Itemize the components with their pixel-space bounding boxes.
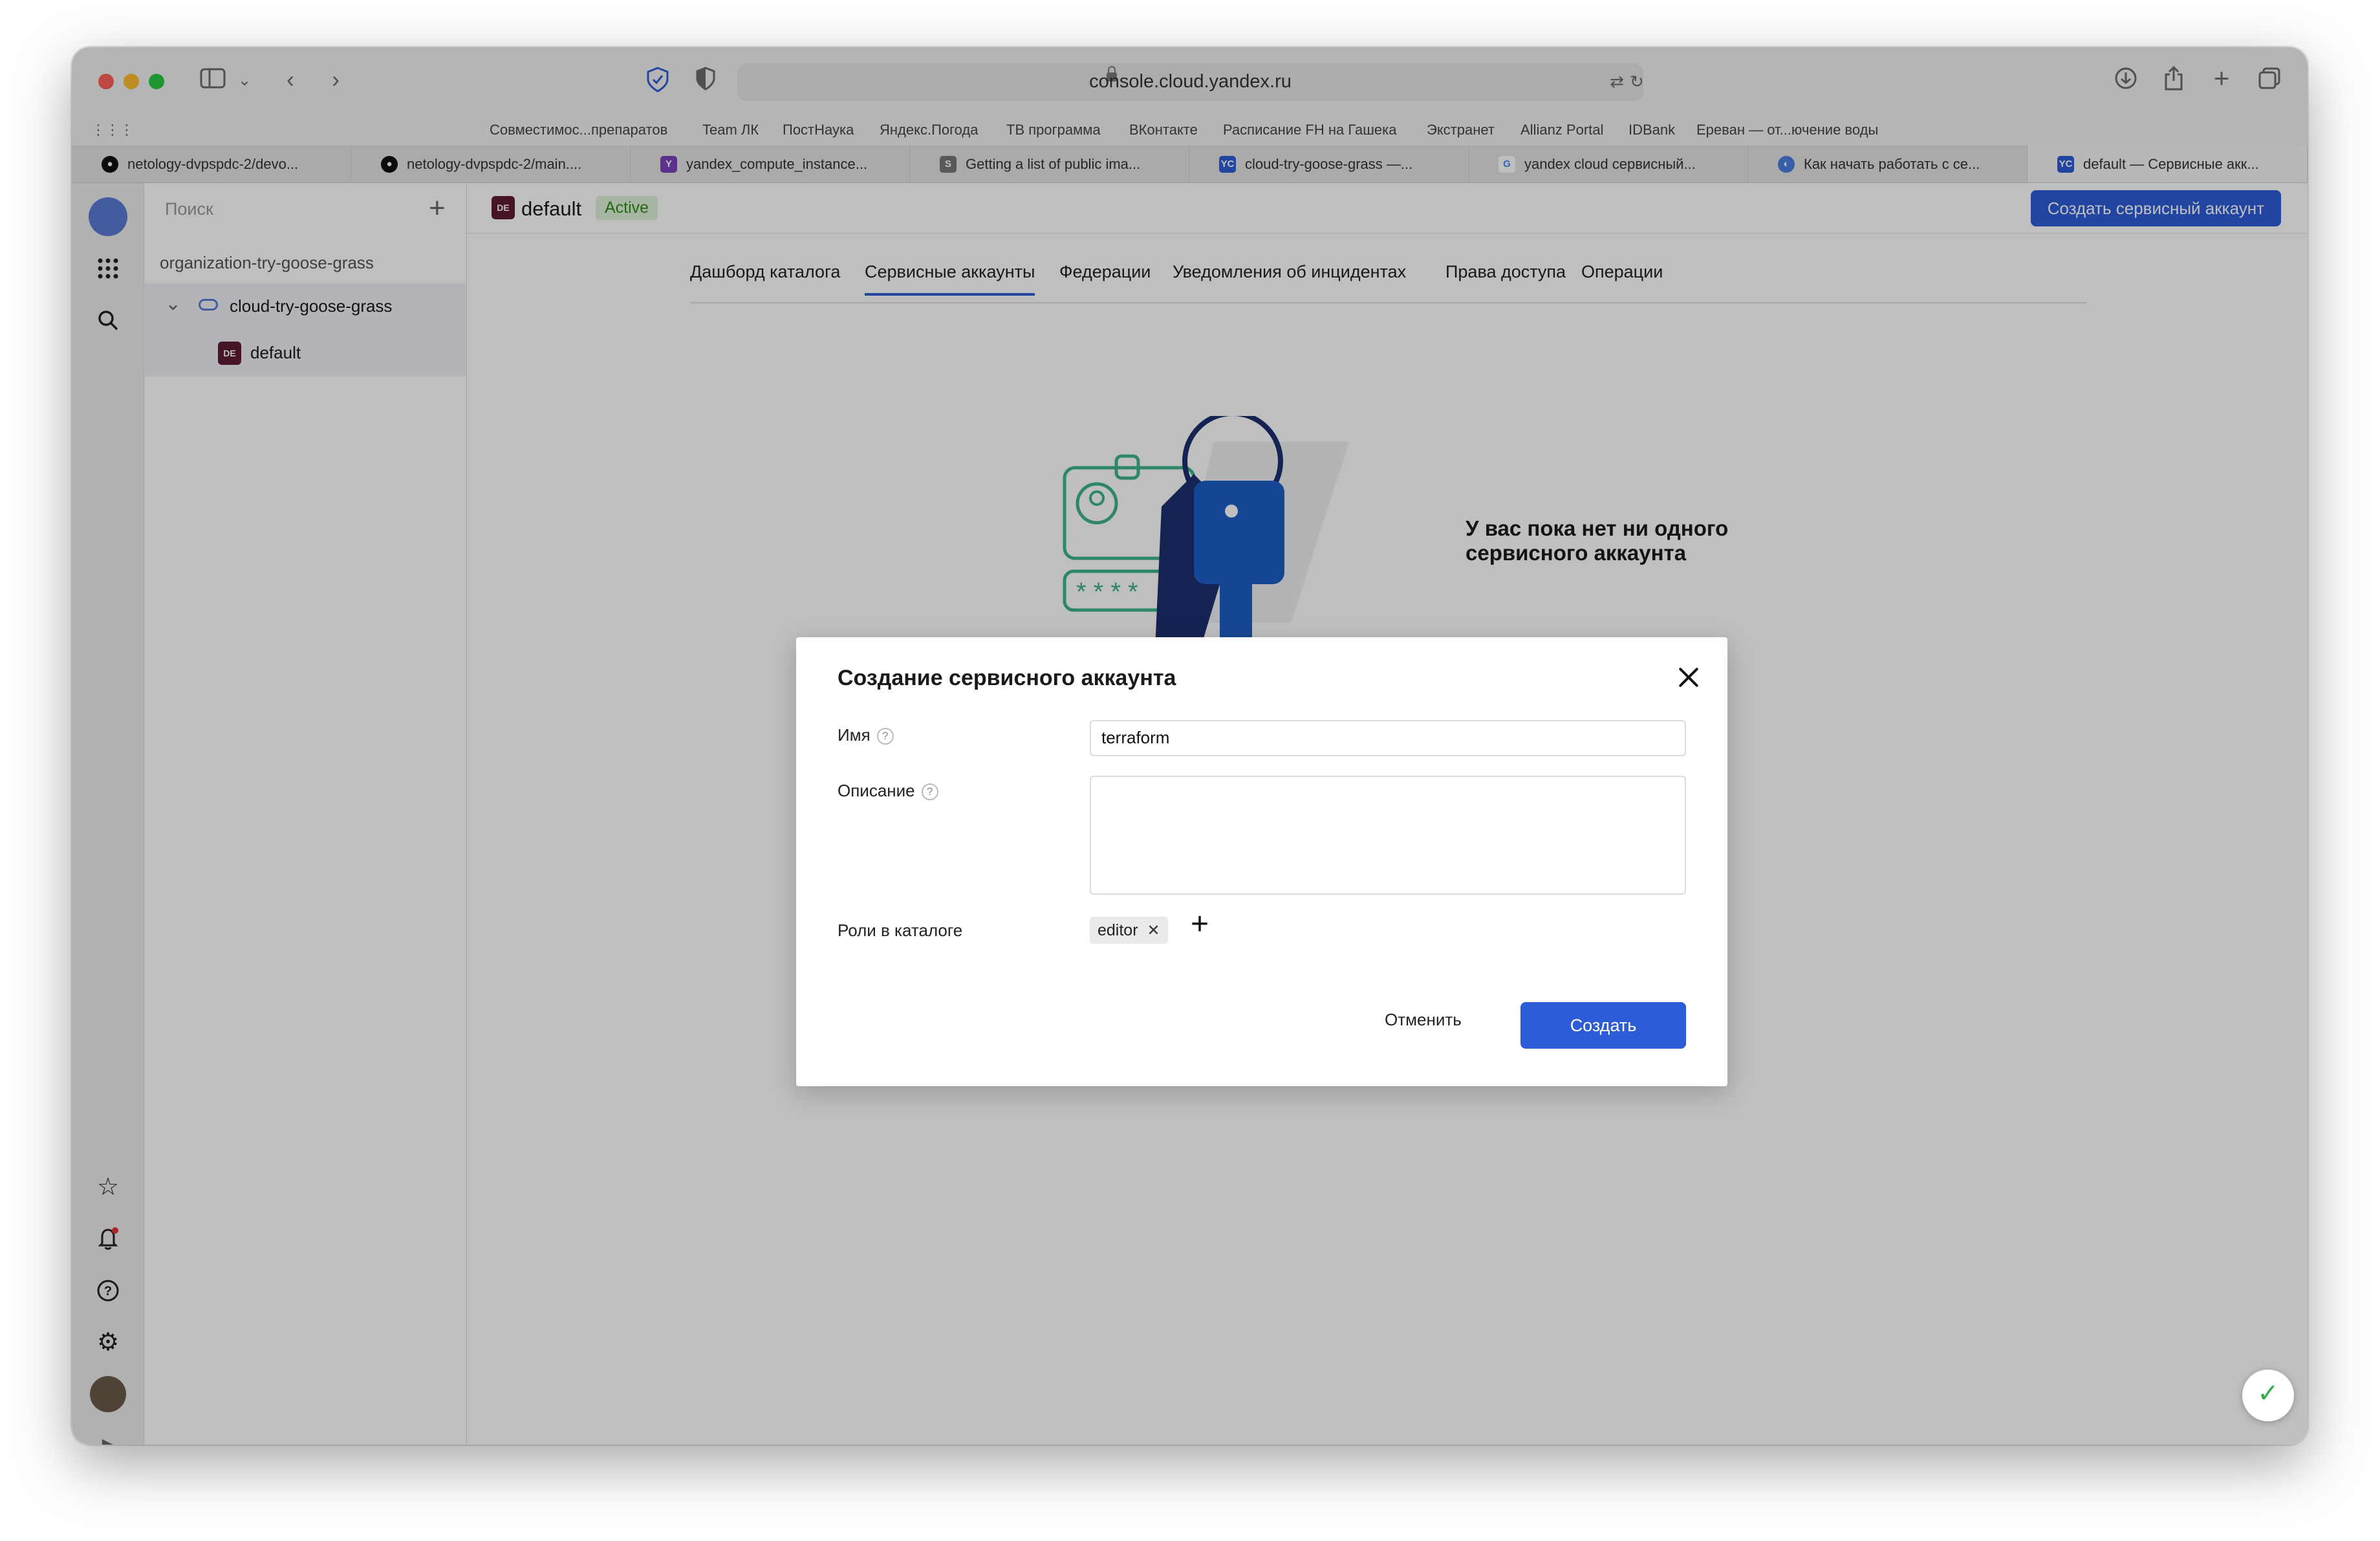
name-input-value: terraform	[1101, 728, 1170, 747]
security-shield-icon[interactable]	[2242, 1370, 2294, 1421]
browser-window: ⌄ ‹ › console.cloud.yandex.ru ⇄ ↻ + ⋮⋮⋮ …	[72, 47, 2308, 1445]
create-service-account-dialog: Создание сервисного аккаунта Имя? terraf…	[796, 637, 1727, 1086]
help-icon[interactable]: ?	[876, 728, 894, 745]
description-textarea[interactable]	[1090, 776, 1686, 895]
add-role-icon[interactable]: +	[1191, 909, 1209, 940]
role-chip-label: editor	[1098, 921, 1138, 939]
name-input[interactable]: terraform	[1090, 720, 1686, 756]
description-field-label: Описание?	[838, 781, 938, 801]
roles-label: Роли в каталоге	[838, 921, 963, 940]
role-chip: editor ✕	[1090, 917, 1168, 944]
remove-role-icon[interactable]: ✕	[1147, 922, 1160, 939]
name-field-label: Имя?	[838, 725, 894, 745]
cancel-button[interactable]: Отменить	[1385, 1010, 1462, 1030]
description-label-text: Описание	[838, 781, 915, 800]
create-button[interactable]: Создать	[1520, 1002, 1686, 1049]
close-icon[interactable]	[1676, 664, 1702, 690]
name-label-text: Имя	[838, 725, 871, 745]
help-icon[interactable]: ?	[921, 783, 938, 800]
dialog-title: Создание сервисного аккаунта	[838, 666, 1176, 690]
